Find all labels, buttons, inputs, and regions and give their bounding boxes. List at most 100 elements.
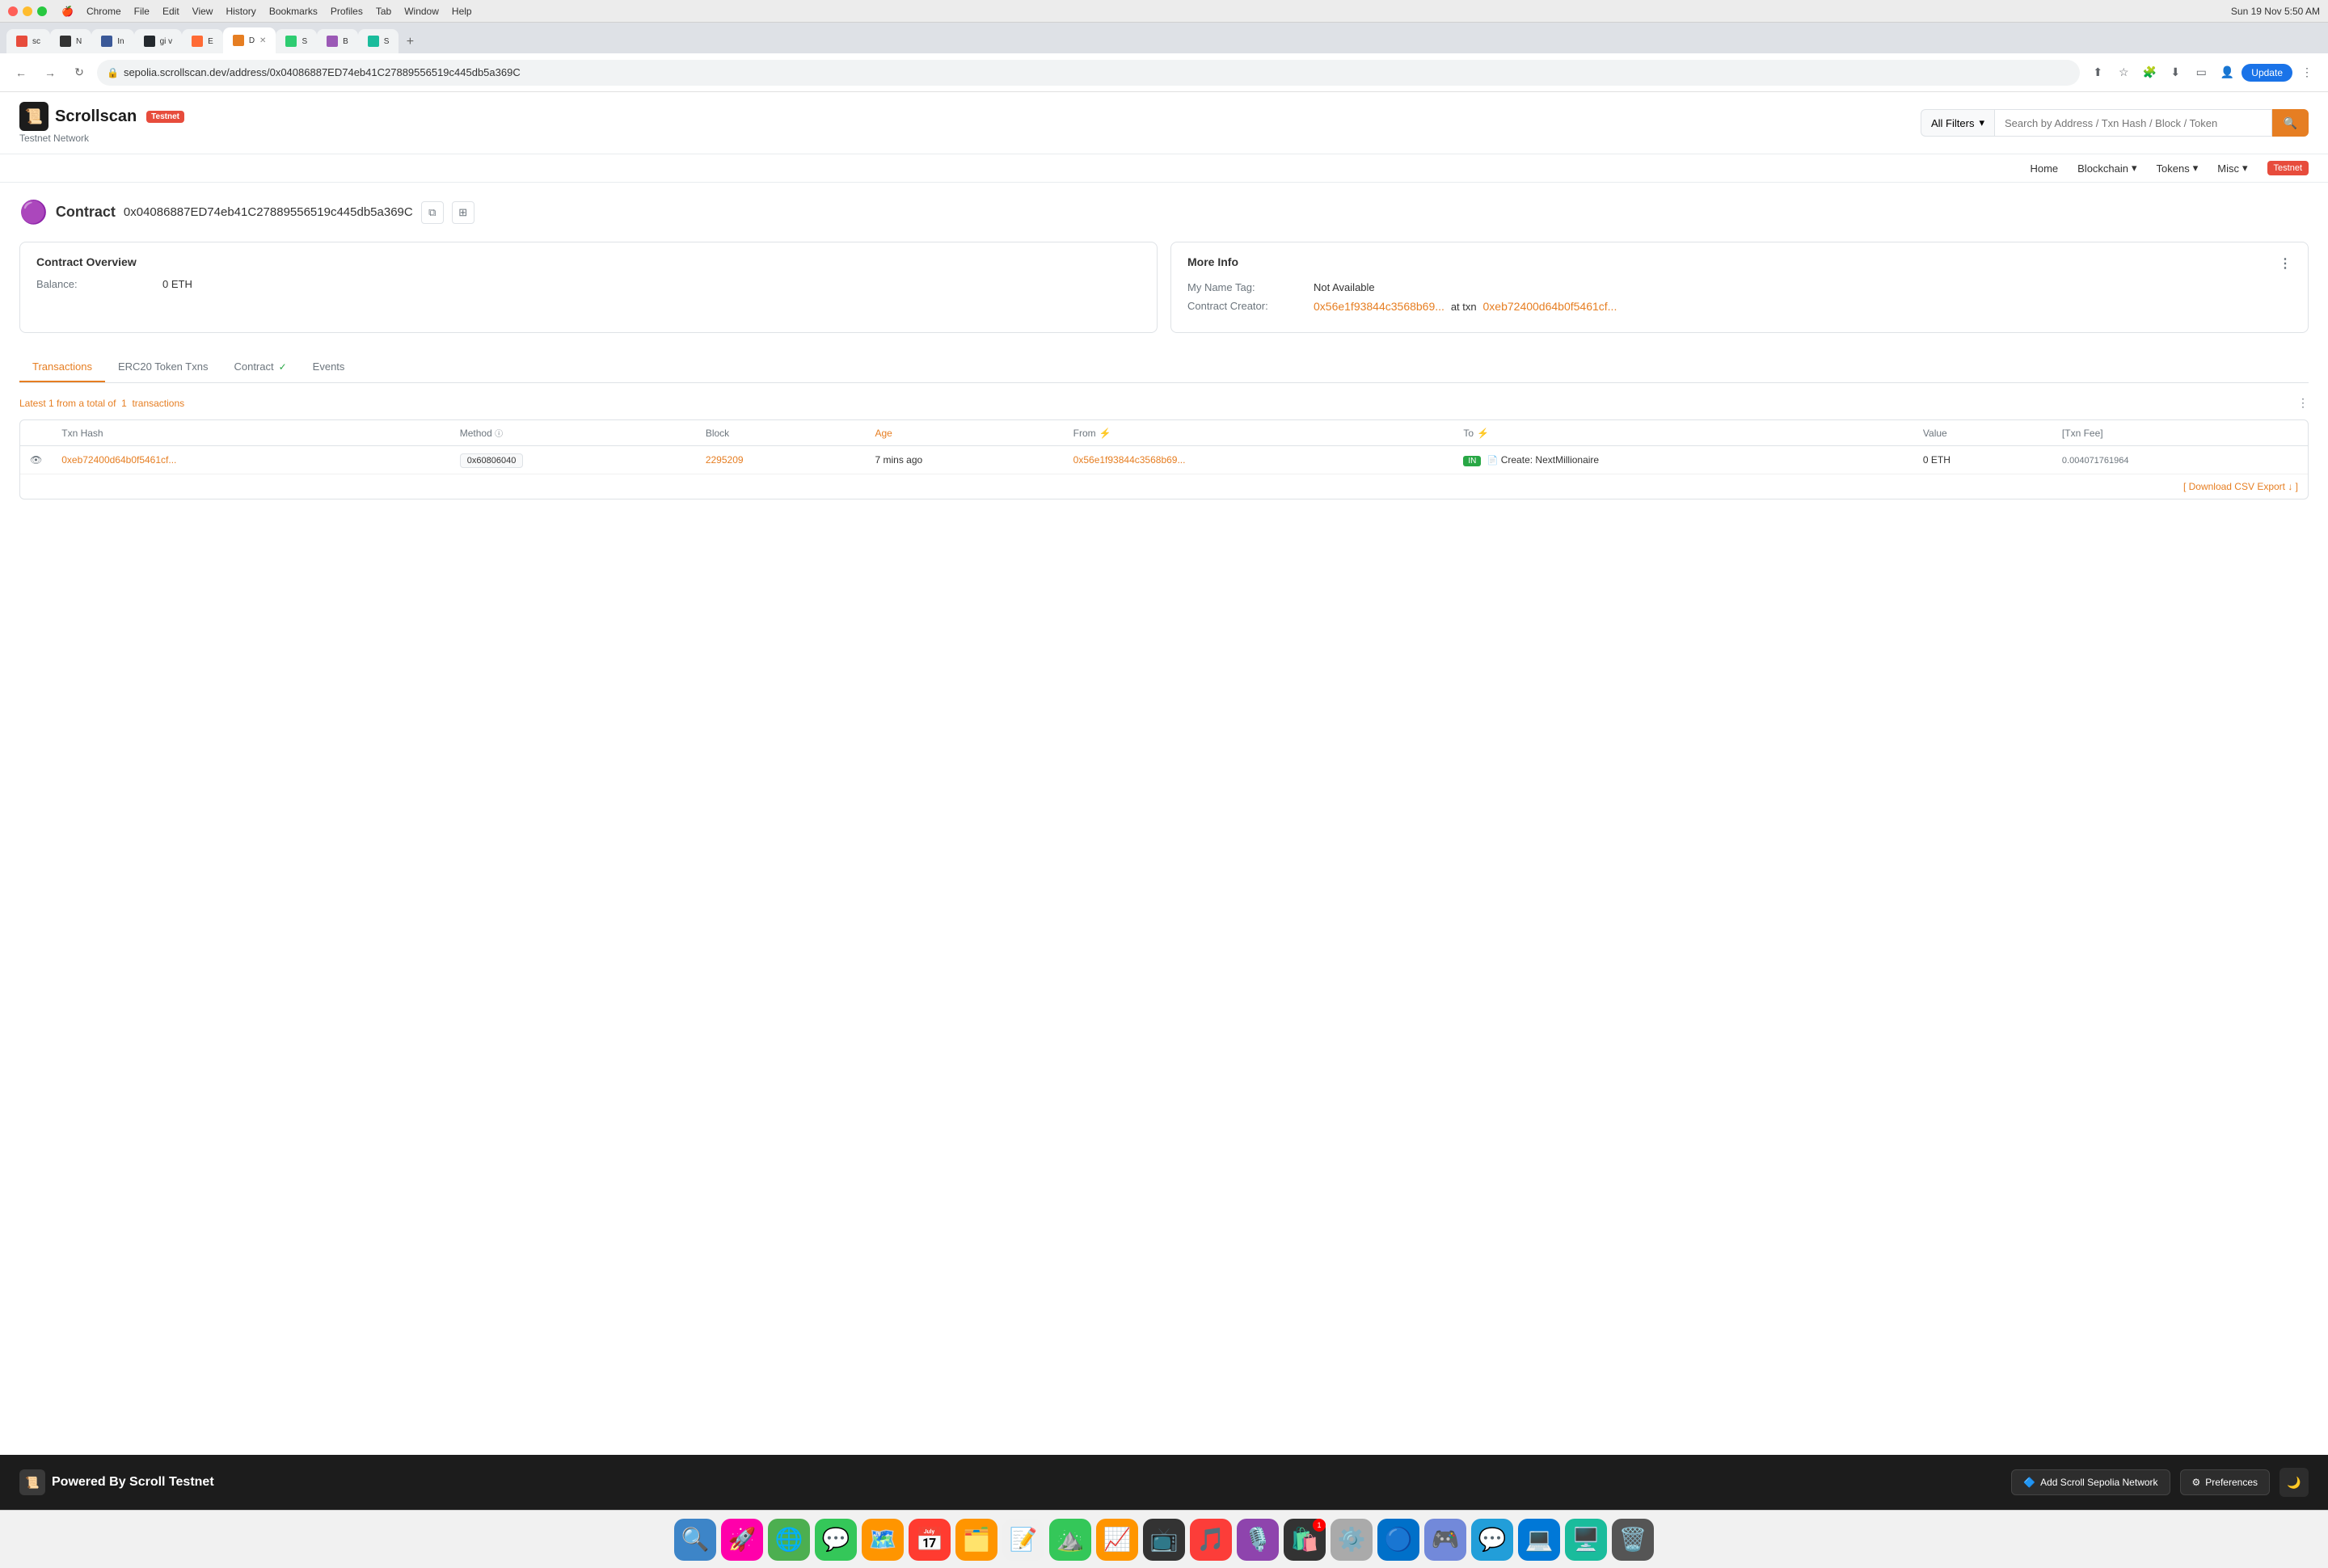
dock-music[interactable]: 🎵 bbox=[1190, 1519, 1232, 1561]
tab-1[interactable]: sc bbox=[6, 29, 50, 53]
dock-photos[interactable]: ⛰️ bbox=[1049, 1519, 1091, 1561]
forward-button[interactable]: → bbox=[39, 61, 61, 84]
from-filter-icon[interactable]: ⚡ bbox=[1099, 428, 1111, 439]
testnet-nav-badge[interactable]: Testnet bbox=[2267, 161, 2309, 175]
row-eye: 👁 bbox=[20, 446, 52, 474]
tab-5[interactable]: E bbox=[182, 29, 223, 53]
txn-hash-link[interactable]: 0xeb72400d64b0f5461cf... bbox=[61, 454, 176, 466]
creator-txn-link[interactable]: 0xeb72400d64b0f5461cf... bbox=[1483, 300, 1617, 313]
edit-menu[interactable]: Edit bbox=[162, 6, 179, 17]
dock-pages[interactable]: 📝 bbox=[1002, 1519, 1044, 1561]
header-row: Txn Hash Method ⓘ Block Age From ⚡ bbox=[20, 420, 2308, 446]
profiles-menu[interactable]: Profiles bbox=[331, 6, 363, 17]
search-input[interactable] bbox=[1994, 109, 2272, 137]
dock-chrome[interactable]: 🔵 bbox=[1377, 1519, 1419, 1561]
add-network-button[interactable]: 🔷 Add Scroll Sepolia Network bbox=[2011, 1469, 2170, 1495]
tabs-container: Transactions ERC20 Token Txns Contract ✓… bbox=[19, 352, 2309, 383]
dock-discord[interactable]: 🎮 bbox=[1424, 1519, 1466, 1561]
sidebar-icon[interactable]: ▭ bbox=[2190, 61, 2212, 84]
tab-9[interactable]: S bbox=[358, 29, 399, 53]
history-menu[interactable]: History bbox=[226, 6, 255, 17]
view-menu[interactable]: View bbox=[192, 6, 213, 17]
eye-icon[interactable]: 👁 bbox=[30, 454, 42, 466]
to-filter-icon[interactable]: ⚡ bbox=[1477, 428, 1489, 439]
nav-home[interactable]: Home bbox=[2030, 162, 2058, 175]
traffic-lights[interactable] bbox=[8, 6, 47, 16]
dark-mode-button[interactable]: 🌙 bbox=[2280, 1468, 2309, 1497]
download-icon[interactable]: ⬇ bbox=[2164, 61, 2187, 84]
tab-contract[interactable]: Contract ✓ bbox=[221, 352, 299, 382]
dock-vscode[interactable]: 💻 bbox=[1518, 1519, 1560, 1561]
tab-5-label: E bbox=[208, 37, 213, 46]
copy-button[interactable]: ⧉ bbox=[421, 201, 444, 224]
dock-launchpad[interactable]: 🚀 bbox=[721, 1519, 763, 1561]
row-txn-hash: 0xeb72400d64b0f5461cf... bbox=[52, 446, 450, 474]
filter-dropdown[interactable]: All Filters ▾ bbox=[1921, 109, 1994, 137]
tab-6-close[interactable]: ✕ bbox=[259, 36, 266, 45]
apple-menu[interactable]: 🍎 bbox=[61, 6, 74, 17]
nav-blockchain[interactable]: Blockchain ▾ bbox=[2077, 162, 2136, 175]
name-tag-row: My Name Tag: Not Available bbox=[1187, 281, 2292, 293]
contract-overview-card: Contract Overview Balance: 0 ETH bbox=[19, 242, 1158, 333]
dock-files[interactable]: 🗂️ bbox=[955, 1519, 997, 1561]
tab-7[interactable]: S bbox=[276, 29, 317, 53]
chrome-menu[interactable]: Chrome bbox=[86, 6, 121, 17]
profile-icon[interactable]: 👤 bbox=[2216, 61, 2238, 84]
tab-6-active[interactable]: D ✕ bbox=[223, 27, 276, 53]
bookmark-icon[interactable]: ☆ bbox=[2112, 61, 2135, 84]
qr-button[interactable]: ⊞ bbox=[452, 201, 474, 224]
mac-dock: 🔍 🚀 🌐 💬 🗺️ 📅 🗂️ 📝 ⛰️ 📈 📺 🎵 🎙️ 🛍️ 1 ⚙️ 🔵 … bbox=[0, 1510, 2328, 1568]
tab-transactions[interactable]: Transactions bbox=[19, 352, 105, 382]
dock-podcasts[interactable]: 🎙️ bbox=[1237, 1519, 1279, 1561]
value-text: 0 ETH bbox=[1923, 454, 1951, 466]
dock-trash[interactable]: 🗑️ bbox=[1612, 1519, 1654, 1561]
tab-2[interactable]: N bbox=[50, 29, 91, 53]
creator-address-link[interactable]: 0x56e1f93844c3568b69... bbox=[1314, 300, 1444, 313]
dock-finder[interactable]: 🔍 bbox=[674, 1519, 716, 1561]
tab-erc20[interactable]: ERC20 Token Txns bbox=[105, 352, 221, 382]
dock-appstore[interactable]: 🛍️ 1 bbox=[1284, 1519, 1326, 1561]
dock-messages[interactable]: 💬 bbox=[815, 1519, 857, 1561]
more-options-button[interactable]: ⋮ bbox=[2279, 255, 2292, 272]
preferences-button[interactable]: ⚙ Preferences bbox=[2180, 1469, 2270, 1495]
tab-menu[interactable]: Tab bbox=[376, 6, 391, 17]
close-button[interactable] bbox=[8, 6, 18, 16]
dock-tv[interactable]: 📺 bbox=[1143, 1519, 1185, 1561]
dock-terminal[interactable]: 🖥️ bbox=[1565, 1519, 1607, 1561]
share-icon[interactable]: ⬆ bbox=[2086, 61, 2109, 84]
fee-text: 0.004071761964 bbox=[2062, 456, 2129, 466]
tab-4[interactable]: gi v bbox=[134, 29, 183, 53]
minimize-button[interactable] bbox=[23, 6, 32, 16]
search-button[interactable]: 🔍 bbox=[2272, 109, 2309, 137]
extension-icon[interactable]: 🧩 bbox=[2138, 61, 2161, 84]
reload-button[interactable]: ↻ bbox=[68, 61, 91, 84]
bookmarks-menu[interactable]: Bookmarks bbox=[269, 6, 318, 17]
new-tab-button[interactable]: + bbox=[399, 31, 421, 53]
nav-misc[interactable]: Misc ▾ bbox=[2217, 162, 2247, 175]
dock-maps[interactable]: 🗺️ bbox=[862, 1519, 904, 1561]
tab-8[interactable]: B bbox=[317, 29, 358, 53]
dock-calendar[interactable]: 📅 bbox=[909, 1519, 951, 1561]
nav-tokens[interactable]: Tokens ▾ bbox=[2157, 162, 2199, 175]
dock-stocks[interactable]: 📈 bbox=[1096, 1519, 1138, 1561]
table-more-button[interactable]: ⋮ bbox=[2297, 396, 2309, 410]
from-link[interactable]: 0x56e1f93844c3568b69... bbox=[1073, 454, 1186, 466]
tab-3[interactable]: In bbox=[91, 29, 133, 53]
window-menu[interactable]: Window bbox=[404, 6, 439, 17]
more-icon[interactable]: ⋮ bbox=[2296, 61, 2318, 84]
dock-settings[interactable]: ⚙️ bbox=[1331, 1519, 1373, 1561]
address-bar[interactable]: 🔒 sepolia.scrollscan.dev/address/0x04086… bbox=[97, 60, 2080, 86]
block-link[interactable]: 2295209 bbox=[706, 454, 744, 466]
row-from: 0x56e1f93844c3568b69... bbox=[1064, 446, 1454, 474]
update-button[interactable]: Update bbox=[2242, 64, 2292, 82]
maximize-button[interactable] bbox=[37, 6, 47, 16]
csv-export-link[interactable]: [ Download CSV Export ↓ ] bbox=[2183, 481, 2298, 492]
dock-telegram[interactable]: 💬 bbox=[1471, 1519, 1513, 1561]
info-icon[interactable]: ⓘ bbox=[495, 430, 503, 439]
misc-chevron-icon: ▾ bbox=[2242, 162, 2248, 175]
dock-safari[interactable]: 🌐 bbox=[768, 1519, 810, 1561]
back-button[interactable]: ← bbox=[10, 61, 32, 84]
help-menu[interactable]: Help bbox=[452, 6, 472, 17]
tab-events[interactable]: Events bbox=[300, 352, 358, 382]
file-menu[interactable]: File bbox=[134, 6, 150, 17]
